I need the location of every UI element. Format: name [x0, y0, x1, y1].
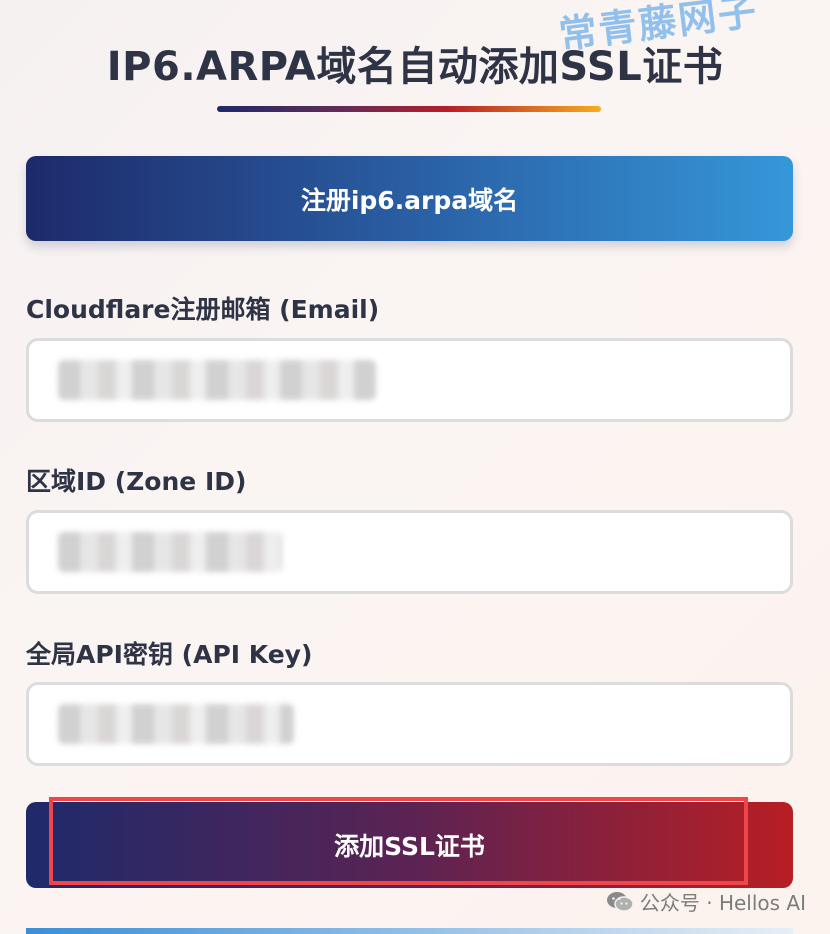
zone-id-label: 区域ID (Zone ID) — [26, 467, 247, 496]
wechat-account-credit: 公众号 · Hellos AI — [606, 887, 806, 916]
api-key-input[interactable] — [26, 682, 793, 766]
zone-id-input[interactable] — [26, 510, 793, 594]
email-label: Cloudflare注册邮箱 (Email) — [26, 295, 380, 324]
footer-divider — [26, 928, 793, 934]
add-ssl-certificate-button[interactable]: 添加SSL证书 — [26, 802, 793, 888]
wechat-account-name: 公众号 · Hellos AI — [639, 891, 806, 915]
wechat-icon — [606, 891, 634, 912]
page-title: IP6.ARPA域名自动添加SSL证书 — [106, 44, 724, 90]
register-domain-button[interactable]: 注册ip6.arpa域名 — [26, 156, 793, 241]
api-key-label: 全局API密钥 (API Key) — [26, 640, 313, 669]
title-underline — [217, 106, 601, 112]
email-input[interactable] — [26, 338, 793, 422]
